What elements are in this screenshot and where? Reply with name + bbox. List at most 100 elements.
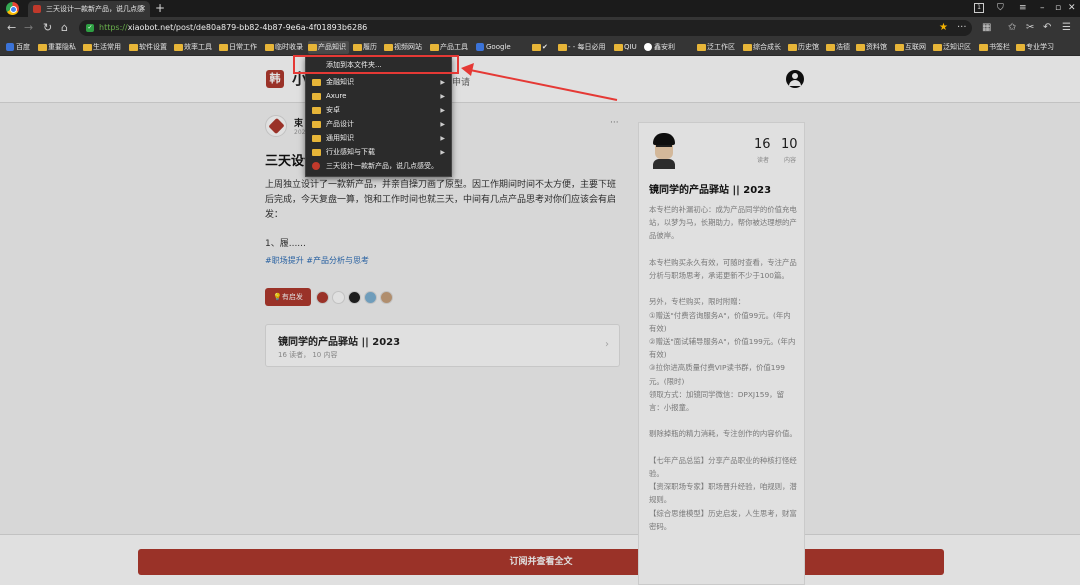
bookmark-label: 综合成长 xyxy=(753,43,781,51)
bookmark-item[interactable]: 综合成长 xyxy=(743,41,784,54)
folder-icon xyxy=(83,44,92,51)
menu-dim-overlay xyxy=(0,56,1080,585)
bookmark-item[interactable]: QIU xyxy=(614,41,640,54)
bookmark-item-active[interactable]: 产品知识 xyxy=(308,41,349,54)
folder-icon xyxy=(174,44,183,51)
menu-icon[interactable]: ≡ xyxy=(1019,0,1027,16)
bookmark-item[interactable]: 临时收录 xyxy=(265,41,306,54)
bookmark-label: 泛工作区 xyxy=(707,43,735,51)
menu-folder-item[interactable]: 通用知识 ▶ xyxy=(306,132,451,145)
menu-item-label: 金融知识 xyxy=(326,78,354,86)
folder-icon xyxy=(312,135,321,142)
bookmark-item[interactable]: 书签栏 xyxy=(979,41,1013,54)
folder-icon xyxy=(353,44,362,51)
menu-folder-item[interactable]: 金融知识 ▶ xyxy=(306,76,451,89)
folder-icon xyxy=(312,149,321,156)
url-text: https://xiaobot.net/post/de80a879-bb82-4… xyxy=(99,23,368,32)
bookmark-label: 互联网 xyxy=(905,43,926,51)
bookmark-label: 专业学习 xyxy=(1026,43,1054,51)
folder-icon xyxy=(558,44,567,51)
bookmark-label: 生活常用 xyxy=(93,43,121,51)
bookmark-item[interactable]: 产品工具 xyxy=(430,41,471,54)
bookmark-label: 泛知识区 xyxy=(943,43,971,51)
more-icon[interactable]: ··· xyxy=(957,20,967,36)
bookmark-item[interactable]: 浩德 xyxy=(826,41,853,54)
bookmark-label: 产品工具 xyxy=(440,43,468,51)
folder-icon xyxy=(430,44,439,51)
folder-icon xyxy=(312,121,321,128)
address-bar[interactable]: ✓ https://xiaobot.net/post/de80a879-bb82… xyxy=(79,20,972,36)
browser-logo-icon[interactable] xyxy=(6,2,19,15)
bookmark-item[interactable]: 互联网 xyxy=(895,41,929,54)
menu-folder-item[interactable]: 安卓 ▶ xyxy=(306,104,451,117)
bookmarks-bar: 百度 重要隐私 生活常用 软件设置 效率工具 日常工作 临时收录 产品知识 履历… xyxy=(0,39,1080,56)
extension-count-badge[interactable]: 1 xyxy=(974,3,984,13)
bookmark-item[interactable]: 履历 xyxy=(353,41,380,54)
forward-icon[interactable]: → xyxy=(24,20,33,36)
menu-page-item[interactable]: 三天设计一款新产品，说几点感受。 xyxy=(306,160,451,173)
bookmark-label: 产品知识 xyxy=(318,43,346,51)
bookmark-label: 临时收录 xyxy=(275,43,303,51)
bookmark-item[interactable]: 效率工具 xyxy=(174,41,215,54)
chevron-right-icon: ▶ xyxy=(440,135,445,142)
favorites-icon[interactable]: ✩ xyxy=(1008,21,1016,35)
back-icon[interactable]: ← xyxy=(7,20,16,36)
bookmark-item[interactable]: 鑫安利 xyxy=(644,41,678,54)
undo-icon[interactable]: ↶ xyxy=(1043,21,1051,35)
maximize-icon[interactable]: ▫ xyxy=(1055,0,1061,16)
menu-item-label: 安卓 xyxy=(326,106,340,114)
page-favicon-icon xyxy=(312,162,320,170)
bookmark-item[interactable]: 泛工作区 xyxy=(697,41,738,54)
bookmark-label: 历史馆 xyxy=(798,43,819,51)
menu-item-label: 三天设计一款新产品，说几点感受。 xyxy=(326,162,438,170)
new-tab-icon[interactable]: + xyxy=(155,0,165,16)
bookmark-item[interactable]: 日常工作 xyxy=(219,41,260,54)
bookmark-item[interactable]: 重要隐私 xyxy=(38,41,79,54)
bookmark-label: 书签栏 xyxy=(989,43,1010,51)
bookmark-label: 浩德 xyxy=(836,43,850,51)
folder-icon xyxy=(312,93,321,100)
bookmark-item[interactable]: 专业学习 xyxy=(1016,41,1057,54)
folder-icon xyxy=(895,44,904,51)
navigation-toolbar: ← → ↻ ⌂ ✓ https://xiaobot.net/post/de80a… xyxy=(0,17,1080,39)
bookmark-label: 软件设置 xyxy=(139,43,167,51)
tab-active[interactable]: 三天设计一款新产品，说几点感受 ✕ xyxy=(28,1,150,29)
bookmark-item[interactable]: Google xyxy=(476,41,514,54)
tab-strip: 三天设计一款新产品，说几点感受 ✕ + 1 ⛉ ≡ – ▫ ✕ xyxy=(0,0,1080,29)
menu-folder-item[interactable]: 行业感知与下载 ▶ xyxy=(306,146,451,159)
bookmark-item[interactable]: 资料馆 xyxy=(856,41,890,54)
menu-folder-item[interactable]: 产品设计 ▶ xyxy=(306,118,451,131)
bookmark-item[interactable]: ✔ xyxy=(532,41,551,54)
bookmark-star-icon[interactable]: ★ xyxy=(939,20,948,36)
shirt-icon[interactable]: ⛉ xyxy=(997,0,1004,16)
close-window-icon[interactable]: ✕ xyxy=(1068,0,1076,16)
tools-icon[interactable]: ✂ xyxy=(1026,21,1034,35)
bookmark-label: 日常工作 xyxy=(229,43,257,51)
bookmark-label: 鑫安利 xyxy=(654,43,675,51)
folder-icon xyxy=(219,44,228,51)
bookmark-item[interactable]: 历史馆 xyxy=(788,41,822,54)
bookmark-item[interactable]: 视频网站 xyxy=(384,41,425,54)
bookmark-item[interactable]: - - 每日必用 xyxy=(558,41,609,54)
bookmark-item[interactable]: 百度 xyxy=(6,41,33,54)
tab-close-icon[interactable]: ✕ xyxy=(139,1,146,17)
chevron-right-icon: ▶ xyxy=(440,149,445,156)
bookmark-label: Google xyxy=(486,43,511,51)
bookmark-label: ✔ xyxy=(542,43,548,51)
minimize-icon[interactable]: – xyxy=(1040,0,1045,16)
annotation-highlight-box xyxy=(293,55,459,74)
tab-favicon-icon xyxy=(33,5,41,13)
home-icon[interactable]: ⌂ xyxy=(61,20,68,36)
chevron-right-icon: ▶ xyxy=(440,121,445,128)
settings-menu-icon[interactable]: ☰ xyxy=(1062,21,1071,35)
menu-folder-item[interactable]: Axure ▶ xyxy=(306,90,451,103)
bookmark-label: QIU xyxy=(624,43,637,51)
bookmark-item[interactable]: 软件设置 xyxy=(129,41,170,54)
bookmark-item[interactable]: 生活常用 xyxy=(83,41,124,54)
bookmark-item[interactable]: 泛知识区 xyxy=(933,41,974,54)
bookmark-folder-menu: 添加到本文件夹... 金融知识 ▶ Axure ▶ 安卓 ▶ 产品设计 ▶ 通用知识 ▶ … xyxy=(305,56,452,177)
grid-icon[interactable]: ▦ xyxy=(982,21,991,35)
folder-icon xyxy=(826,44,835,51)
folder-icon xyxy=(129,44,138,51)
reload-icon[interactable]: ↻ xyxy=(43,20,52,36)
